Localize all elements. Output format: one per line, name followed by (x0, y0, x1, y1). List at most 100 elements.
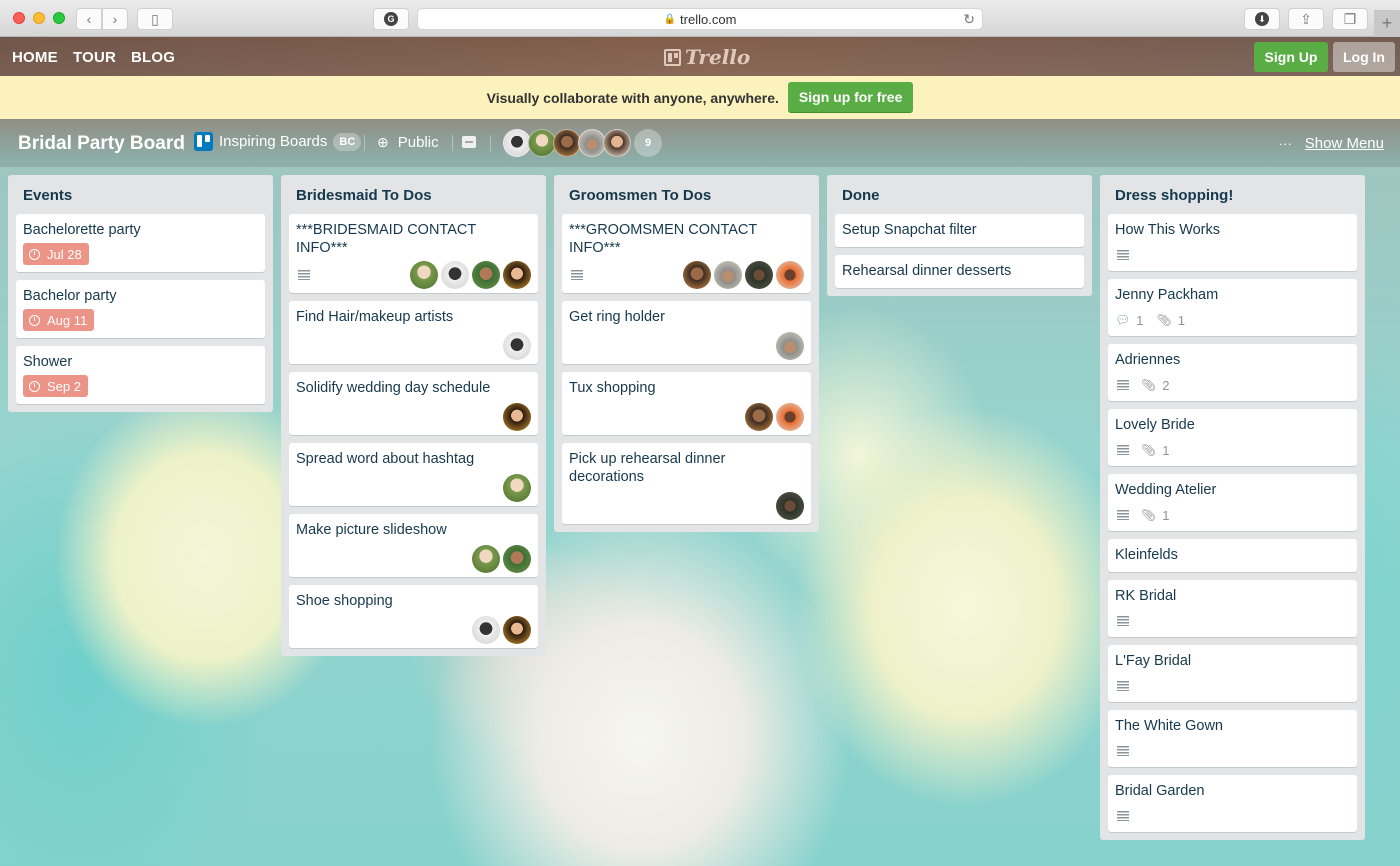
card[interactable]: Tux shopping (562, 372, 811, 435)
address-bar[interactable]: 🔒 trello.com ↻ (417, 8, 983, 30)
nav-home-link[interactable]: HOME (12, 49, 58, 66)
divider (452, 135, 453, 151)
member-avatar[interactable] (503, 403, 531, 431)
card[interactable]: Lovely Bride 📎︎ 1 (1108, 409, 1357, 466)
due-date-badge: Jul 28 (23, 243, 89, 265)
new-tab-button[interactable]: + (1374, 10, 1400, 37)
more-members-button[interactable]: 9 (634, 129, 662, 157)
list-groomsmen-to-dos: Groomsmen To Dos ***GROOMSMEN CONTACT IN… (554, 175, 819, 532)
card[interactable]: Solidify wedding day schedule (289, 372, 538, 435)
member-avatar[interactable] (503, 474, 531, 502)
fullscreen-window-button[interactable] (53, 12, 65, 24)
card[interactable]: Wedding Atelier 📎︎ 1 (1108, 474, 1357, 531)
attachments-badge: 📎︎ 2 (1141, 378, 1169, 393)
back-button[interactable]: ‹ (76, 8, 102, 30)
card[interactable]: Rehearsal dinner desserts (835, 255, 1084, 288)
member-avatar[interactable] (683, 261, 711, 289)
show-menu-button[interactable]: ··· Show Menu (1279, 135, 1384, 152)
card[interactable]: Bachelorette party Jul 28 (16, 214, 265, 272)
card[interactable]: Bachelor party Aug 11 (16, 280, 265, 338)
extension-button[interactable]: G (373, 8, 409, 30)
share-button[interactable]: ⇪ (1288, 8, 1324, 30)
member-avatar[interactable] (714, 261, 742, 289)
trello-logo[interactable]: Trello (664, 45, 750, 69)
member-avatar[interactable] (553, 129, 581, 157)
downloads-button[interactable]: ⬇ (1244, 8, 1280, 30)
share-icon: ⇪ (1300, 10, 1312, 27)
attachments-badge: 📎︎ 1 (1156, 313, 1184, 328)
card-title: Kleinfelds (1115, 547, 1178, 563)
member-avatar[interactable] (472, 545, 500, 573)
nav-tour-link[interactable]: TOUR (73, 49, 116, 66)
team-button[interactable]: Inspiring Boards BC (194, 132, 362, 151)
card[interactable]: How This Works (1108, 214, 1357, 271)
card[interactable]: The White Gown (1108, 710, 1357, 767)
card[interactable]: RK Bridal (1108, 580, 1357, 637)
member-avatar[interactable] (745, 261, 773, 289)
card[interactable]: Shower Sep 2 (16, 346, 265, 404)
member-avatar[interactable] (472, 261, 500, 289)
banner-message: Visually collaborate with anyone, anywhe… (486, 89, 779, 106)
list-title[interactable]: Done (835, 175, 1084, 214)
member-avatar[interactable] (410, 261, 438, 289)
visibility-button[interactable]: ⊕ Public (377, 134, 439, 151)
board-members: 9 (503, 129, 662, 157)
reload-icon[interactable]: ↻ (963, 11, 975, 28)
card-title: Lovely Bride (1115, 417, 1195, 433)
card[interactable]: Kleinfelds (1108, 539, 1357, 572)
card[interactable]: L'Fay Bridal (1108, 645, 1357, 702)
member-avatar[interactable] (503, 332, 531, 360)
member-avatar[interactable] (503, 129, 531, 157)
card[interactable]: Get ring holder (562, 301, 811, 364)
member-avatar[interactable] (745, 403, 773, 431)
attachment-count: 1 (1177, 312, 1185, 328)
card[interactable]: Shoe shopping (289, 585, 538, 648)
member-avatar[interactable] (776, 403, 804, 431)
card[interactable]: ***GROOMSMEN CONTACT INFO*** (562, 214, 811, 293)
close-window-button[interactable] (13, 12, 25, 24)
member-avatar[interactable] (503, 545, 531, 573)
member-avatar[interactable] (776, 332, 804, 360)
card-title: Shower (23, 354, 73, 370)
nav-blog-link[interactable]: BLOG (131, 49, 175, 66)
sidebar-toggle-button[interactable]: ▯ (137, 8, 173, 30)
card[interactable]: Jenny Packham 💬︎ 1 📎︎ 1 (1108, 279, 1357, 336)
card[interactable]: Find Hair/makeup artists (289, 301, 538, 364)
member-avatar[interactable] (776, 261, 804, 289)
more-icon: ··· (1278, 136, 1292, 151)
member-avatar[interactable] (503, 261, 531, 289)
card[interactable]: Adriennes 📎︎ 2 (1108, 344, 1357, 401)
member-avatar[interactable] (603, 129, 631, 157)
card-title: Adriennes (1115, 352, 1181, 368)
member-avatar[interactable] (472, 616, 500, 644)
member-avatar[interactable] (776, 492, 804, 520)
list-dress-shopping: Dress shopping! How This Works Jenny Pac… (1100, 175, 1365, 840)
card[interactable]: Spread word about hashtag (289, 443, 538, 506)
sign-up-button[interactable]: Sign Up (1254, 42, 1328, 72)
due-date: Aug 11 (47, 312, 88, 328)
member-avatar[interactable] (528, 129, 556, 157)
card[interactable]: ***BRIDESMAID CONTACT INFO*** (289, 214, 538, 293)
card[interactable]: Make picture slideshow (289, 514, 538, 577)
description-icon (1117, 445, 1129, 455)
card[interactable]: Pick up rehearsal dinner decorations (562, 443, 811, 524)
card[interactable]: Bridal Garden (1108, 775, 1357, 832)
card-title: Get ring holder (569, 309, 665, 325)
description-icon (1117, 250, 1129, 260)
member-avatar[interactable] (441, 261, 469, 289)
forward-button[interactable]: › (102, 8, 128, 30)
archive-icon[interactable] (462, 136, 476, 148)
list-title[interactable]: Events (16, 175, 265, 214)
show-tabs-button[interactable]: ❐ (1332, 8, 1368, 30)
list-title[interactable]: Groomsmen To Dos (562, 175, 811, 214)
sign-up-free-button[interactable]: Sign up for free (787, 82, 914, 113)
card[interactable]: Setup Snapchat filter (835, 214, 1084, 247)
card-title: Setup Snapchat filter (842, 222, 977, 238)
minimize-window-button[interactable] (33, 12, 45, 24)
member-avatar[interactable] (578, 129, 606, 157)
board-title[interactable]: Bridal Party Board (18, 133, 185, 155)
log-in-button[interactable]: Log In (1333, 42, 1395, 72)
list-title[interactable]: Dress shopping! (1108, 175, 1357, 214)
member-avatar[interactable] (503, 616, 531, 644)
list-title[interactable]: Bridesmaid To Dos (289, 175, 538, 214)
